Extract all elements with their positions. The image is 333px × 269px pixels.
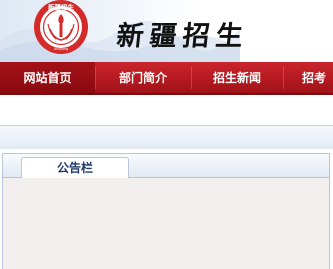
nav-item-home[interactable]: 网站首页 (0, 62, 95, 93)
site-title: 新疆招生 (115, 21, 251, 52)
page: 新疆招生 Xinjiang 新疆招生 网站首页 部门简介 招生新闻 招考 公告栏 (0, 0, 333, 269)
tab-notice-board[interactable]: 公告栏 (21, 157, 129, 178)
content-gap (0, 95, 333, 125)
logo-text: 新疆招生 (48, 3, 75, 12)
nav-item-news[interactable]: 招生新闻 (191, 62, 283, 93)
notice-panel: 公告栏 (2, 153, 330, 269)
nav-item-department[interactable]: 部门简介 (95, 62, 191, 93)
notice-panel-body (3, 178, 329, 269)
notice-panel-header: 公告栏 (3, 154, 329, 178)
main-nav: 网站首页 部门简介 招生新闻 招考 (0, 62, 333, 95)
site-header: 新疆招生 Xinjiang 新疆招生 (0, 0, 333, 62)
info-strip (0, 125, 333, 149)
logo-subtext: Xinjiang (54, 47, 69, 51)
nav-item-recruit[interactable]: 招考 (302, 62, 333, 93)
school-logo[interactable]: 新疆招生 Xinjiang (29, 0, 93, 58)
nav-divider (283, 67, 284, 89)
